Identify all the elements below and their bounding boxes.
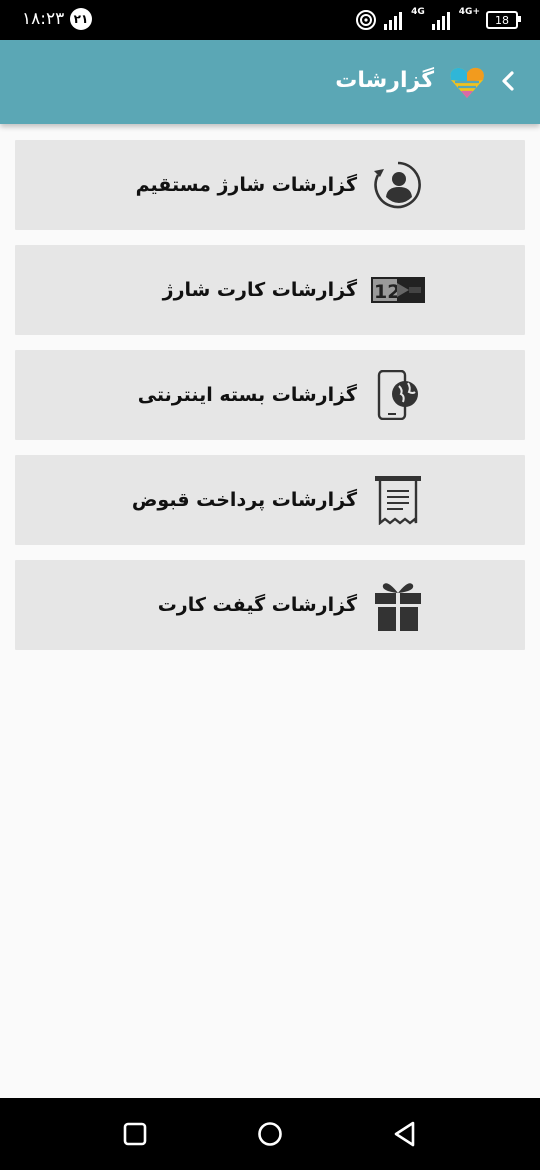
square-icon xyxy=(123,1122,147,1146)
charge-card-icon: 12 xyxy=(371,265,425,315)
menu-item-label: گزارشات کارت شارژ xyxy=(162,279,357,301)
battery-icon: 18 xyxy=(486,11,521,29)
recent-apps-button[interactable] xyxy=(119,1118,151,1150)
status-bar: ۱۸:۲۳ ۲۱ 4G 4G+ 18 xyxy=(0,0,540,40)
receipt-icon xyxy=(371,475,425,525)
signal-icon xyxy=(384,12,403,30)
chevron-left-icon xyxy=(502,71,514,91)
menu-item-charge-card-reports[interactable]: 12 گزارشات کارت شارژ xyxy=(15,245,525,335)
notification-badge: ۲۱ xyxy=(70,8,92,30)
status-icons: 4G 4G+ 18 xyxy=(355,6,521,34)
status-time: ۱۸:۲۳ xyxy=(22,9,65,29)
back-nav-button[interactable] xyxy=(389,1118,421,1150)
home-button[interactable] xyxy=(254,1118,286,1150)
back-button[interactable] xyxy=(496,64,520,98)
svg-text:12: 12 xyxy=(374,281,400,303)
gift-icon xyxy=(371,580,425,631)
heart-logo-icon xyxy=(450,67,484,98)
phone-globe-icon xyxy=(371,370,425,420)
user-refresh-icon xyxy=(371,160,425,210)
app-bar: گزارشات xyxy=(0,40,540,124)
menu-item-direct-charge-reports[interactable]: گزارشات شارژ مستقیم xyxy=(15,140,525,230)
network-type-2: 4G+ xyxy=(458,7,480,17)
circle-icon xyxy=(258,1122,282,1146)
menu-item-gift-card-reports[interactable]: گزارشات گیفت کارت xyxy=(15,560,525,650)
triangle-back-icon xyxy=(394,1121,415,1147)
signal-icon-2 xyxy=(431,12,450,30)
menu-item-internet-package-reports[interactable]: گزارشات بسته اینترنتی xyxy=(15,350,525,440)
hotspot-icon xyxy=(356,10,377,30)
menu-item-label: گزارشات پرداخت قبوض xyxy=(131,489,357,511)
menu-item-label: گزارشات شارژ مستقیم xyxy=(135,174,357,196)
network-type-1: 4G xyxy=(411,7,425,17)
menu-item-label: گزارشات بسته اینترنتی xyxy=(137,384,357,406)
navigation-bar xyxy=(0,1098,540,1170)
page-title: گزارشات xyxy=(335,68,434,93)
reports-menu: گزارشات شارژ مستقیم 12 گزارشات کارت شارژ… xyxy=(15,140,525,665)
menu-item-bill-payment-reports[interactable]: گزارشات پرداخت قبوض xyxy=(15,455,525,545)
menu-item-label: گزارشات گیفت کارت xyxy=(157,594,357,616)
